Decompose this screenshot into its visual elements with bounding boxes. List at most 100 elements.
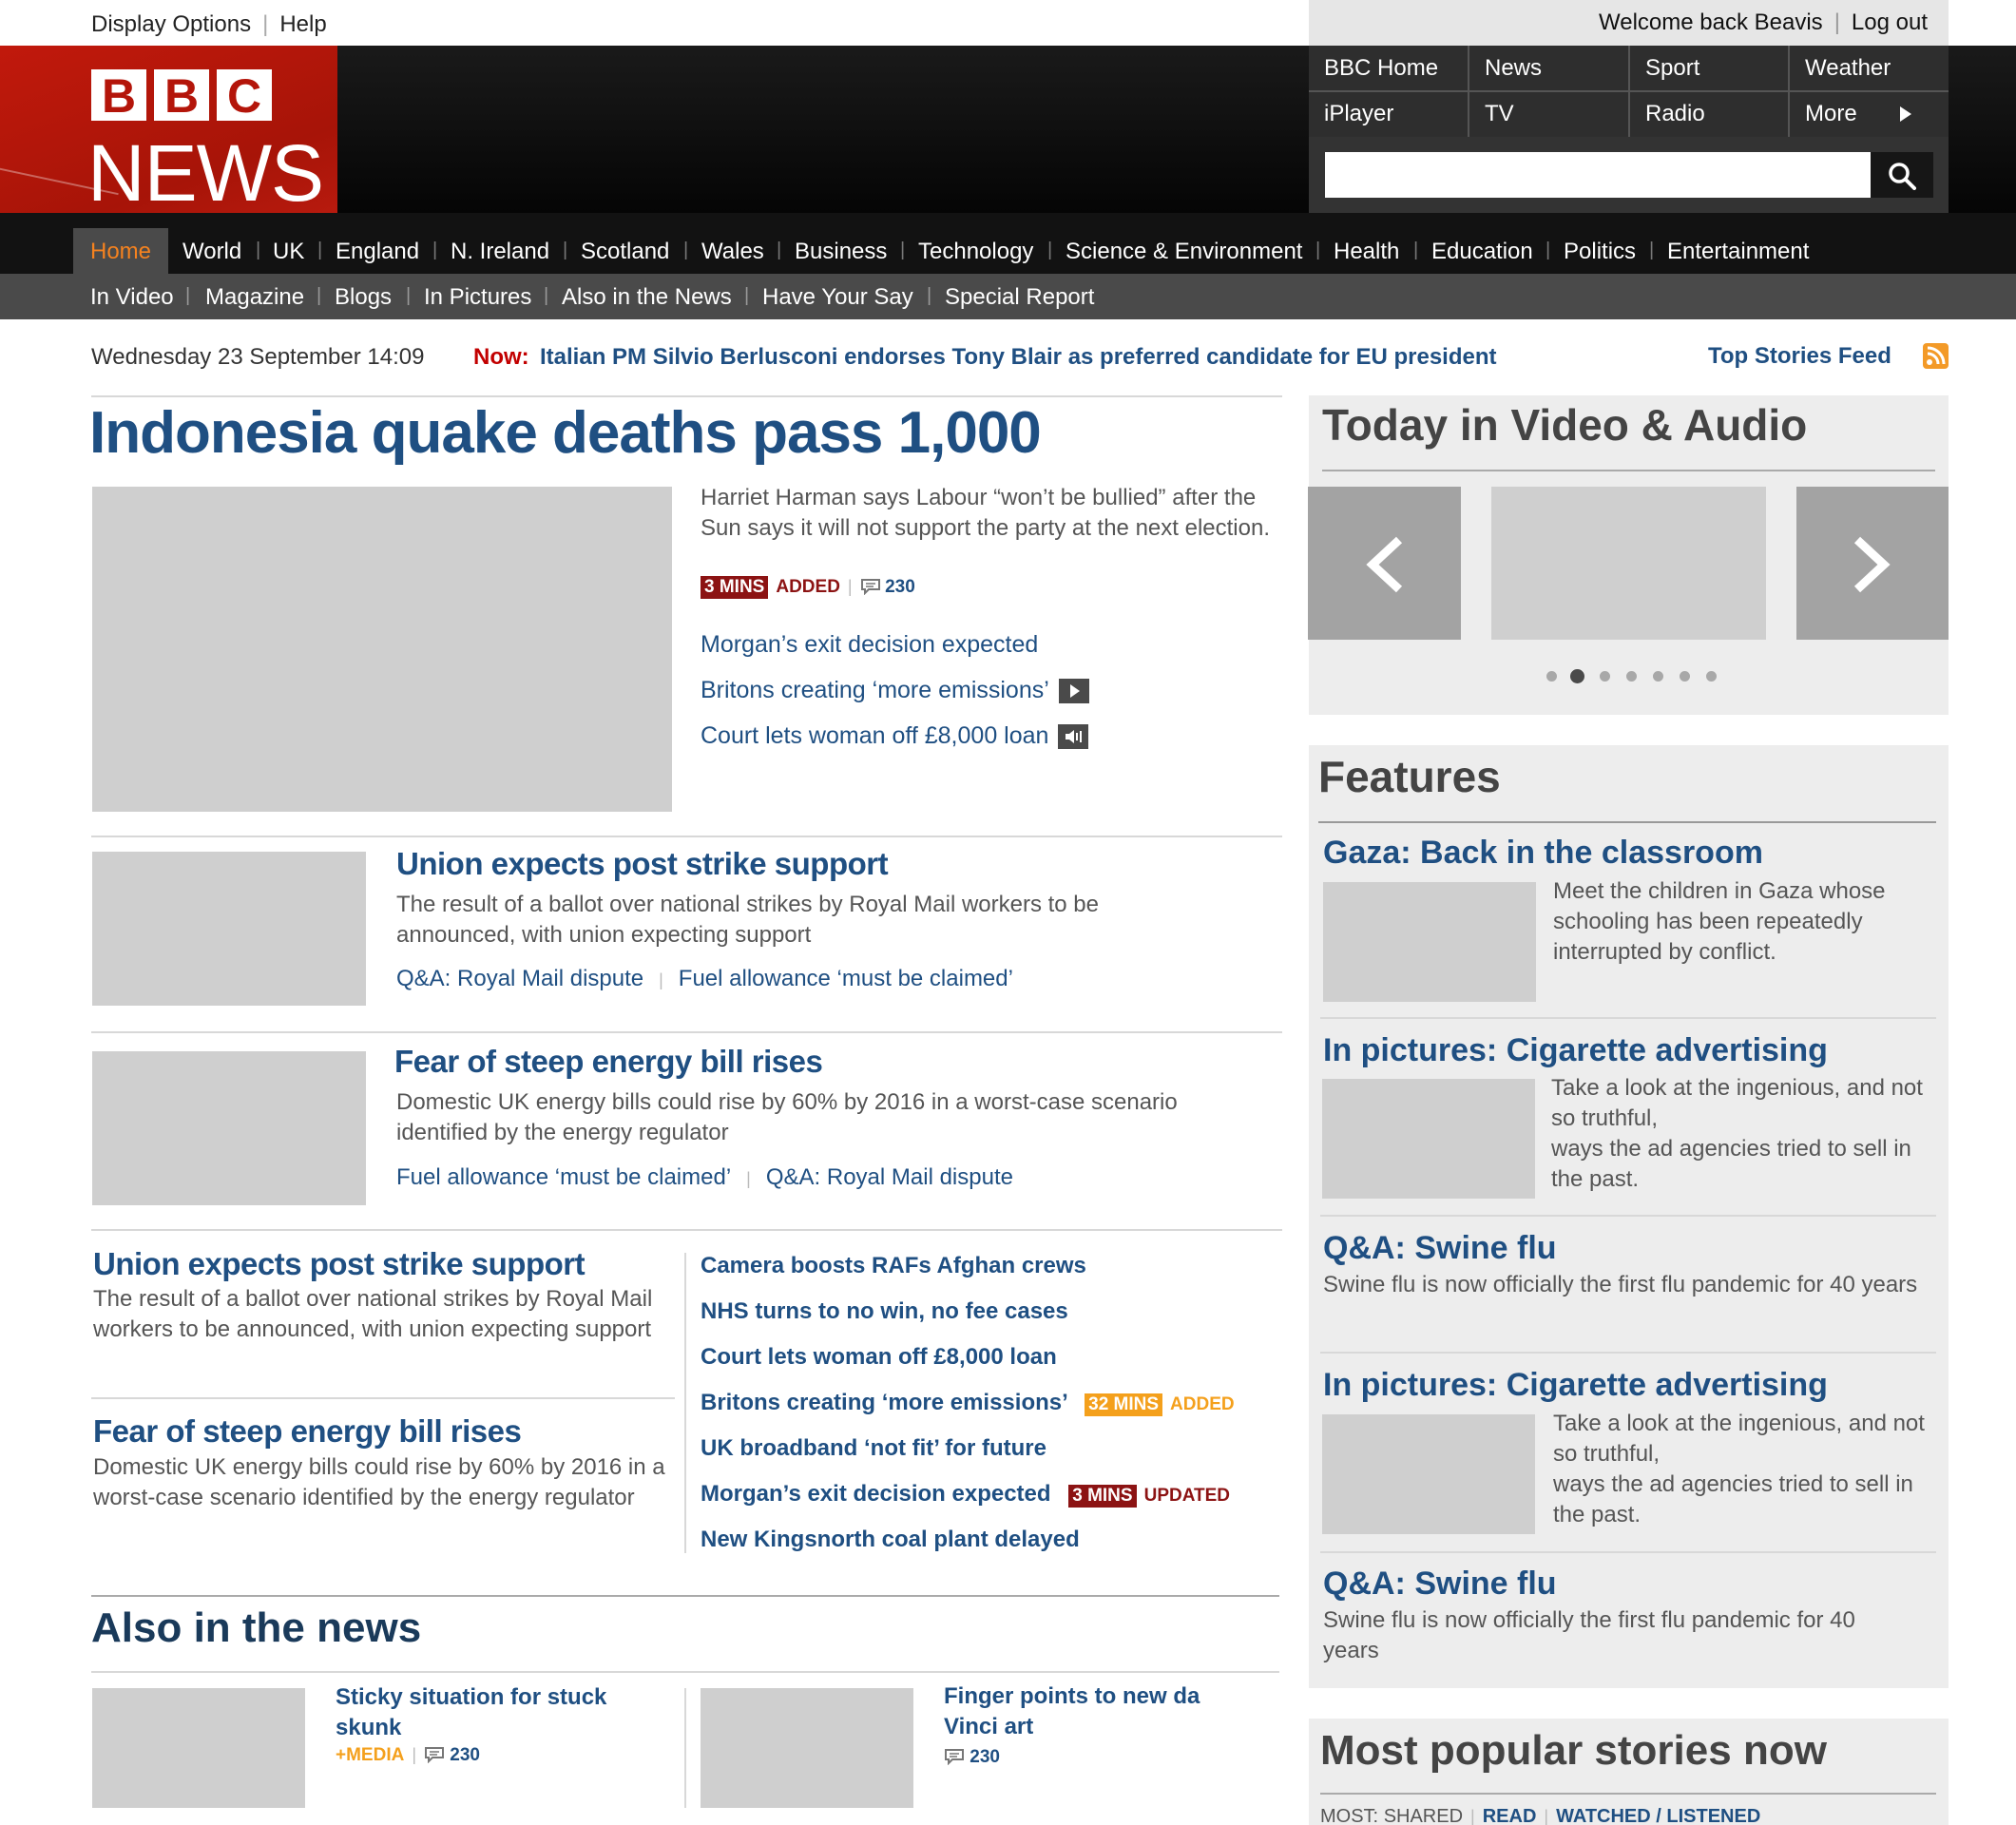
story-summary: Domestic UK energy bills could rise by 6…: [396, 1089, 1178, 1145]
headline-link[interactable]: NHS turns to no win, no fee cases: [701, 1298, 1068, 1325]
global-nav-iplayer[interactable]: iPlayer: [1309, 91, 1468, 137]
nav-magazine[interactable]: Magazine: [205, 284, 304, 311]
global-nav-more[interactable]: More: [1790, 91, 1949, 137]
feature-text-line: ways the ad agencies tried to sell in th…: [1553, 1471, 1913, 1527]
related-link[interactable]: Morgan’s exit decision expected: [701, 631, 1038, 659]
nav-uk[interactable]: UK: [273, 239, 304, 265]
nav-also-in-the-news[interactable]: Also in the News: [562, 284, 732, 311]
nav-home[interactable]: Home: [90, 239, 151, 265]
carousel-dot[interactable]: [1680, 671, 1690, 682]
also-news-image[interactable]: [701, 1688, 913, 1808]
carousel-dot-active[interactable]: [1570, 669, 1584, 683]
small-story-title[interactable]: Union expects post strike support: [93, 1246, 586, 1282]
related-link-audio[interactable]: Court lets woman off £8,000 loan: [701, 722, 1089, 750]
divider: [91, 1397, 675, 1399]
nav-technology[interactable]: Technology: [918, 239, 1033, 265]
story-link[interactable]: Q&A: Royal Mail dispute: [766, 1164, 1013, 1190]
carousel-next-button[interactable]: [1796, 487, 1949, 640]
lead-story-image[interactable]: [92, 487, 672, 812]
global-nav-weather[interactable]: Weather: [1790, 46, 1949, 91]
nav-entertainment[interactable]: Entertainment: [1667, 239, 1809, 265]
carousel-dot[interactable]: [1626, 671, 1637, 682]
nav-world[interactable]: World: [182, 239, 241, 265]
media-tag: +MEDIA: [336, 1745, 405, 1765]
also-news-image[interactable]: [92, 1688, 305, 1808]
carousel-thumbnail[interactable]: [1491, 487, 1766, 640]
nav-politics[interactable]: Politics: [1564, 239, 1636, 265]
nav-in-pictures[interactable]: In Pictures: [424, 284, 531, 311]
feature-image[interactable]: [1322, 1414, 1535, 1534]
also-news-title[interactable]: Finger points to new da Vinci art: [944, 1681, 1229, 1742]
carousel-dot[interactable]: [1653, 671, 1663, 682]
headline-link[interactable]: Court lets woman off £8,000 loan: [701, 1344, 1057, 1371]
display-options-link[interactable]: Display Options: [91, 11, 251, 37]
feature-title[interactable]: Q&A: Swine flu: [1323, 1230, 1557, 1267]
nav-health[interactable]: Health: [1334, 239, 1399, 265]
feature-title[interactable]: Gaza: Back in the classroom: [1323, 835, 1763, 872]
small-story-title[interactable]: Fear of steep energy bill rises: [93, 1413, 522, 1450]
headline-link[interactable]: New Kingsnorth coal plant delayed: [701, 1527, 1080, 1553]
story-image[interactable]: [92, 852, 366, 1006]
nav-blogs[interactable]: Blogs: [335, 284, 392, 311]
top-stories-feed-link[interactable]: Top Stories Feed: [1708, 343, 1891, 370]
headline-link[interactable]: UK broadband ‘not fit’ for future: [701, 1435, 1046, 1462]
nav-business[interactable]: Business: [795, 239, 887, 265]
story-link[interactable]: Fuel allowance ‘must be claimed’: [679, 966, 1013, 991]
logout-link[interactable]: Log out: [1852, 10, 1928, 35]
nav-scotland[interactable]: Scotland: [581, 239, 669, 265]
divider: [91, 1229, 1282, 1231]
nav-science-environment[interactable]: Science & Environment: [1066, 239, 1302, 265]
headline-link-with-badge[interactable]: Britons creating ‘more emissions’ 32 MIN…: [701, 1390, 1235, 1416]
rss-icon[interactable]: [1923, 343, 1949, 369]
nav-in-video[interactable]: In Video: [90, 284, 174, 311]
global-nav-radio[interactable]: Radio: [1630, 91, 1789, 137]
feature-text: Meet the children in Gaza whose schoolin…: [1553, 878, 1886, 965]
ticker-headline[interactable]: Italian PM Silvio Berlusconi endorses To…: [540, 344, 1497, 371]
comment-count[interactable]: 230: [970, 1747, 1000, 1767]
carousel-prev-button[interactable]: [1308, 487, 1461, 640]
lead-story-title[interactable]: Indonesia quake deaths pass 1,000: [89, 399, 1042, 467]
search-input[interactable]: [1325, 152, 1871, 198]
column-divider: [684, 1253, 686, 1553]
global-nav-tv[interactable]: TV: [1469, 91, 1628, 137]
carousel-dot[interactable]: [1706, 671, 1717, 682]
tab-separator: |: [1544, 1807, 1549, 1825]
story-link[interactable]: Fuel allowance ‘must be claimed’: [396, 1164, 731, 1190]
global-nav-bbc-home[interactable]: BBC Home: [1309, 46, 1468, 91]
related-link-video[interactable]: Britons creating ‘more emissions’: [701, 677, 1089, 704]
global-nav-news[interactable]: News: [1469, 46, 1628, 91]
global-nav-sport[interactable]: Sport: [1630, 46, 1789, 91]
tab-watched-listened[interactable]: WATCHED / LISTENED: [1556, 1806, 1760, 1825]
feature-text-line: Take a look at the ingenious, and not so…: [1553, 1411, 1925, 1467]
nav-special-report[interactable]: Special Report: [945, 284, 1094, 311]
nav-separator: |: [256, 240, 261, 260]
nav-wales[interactable]: Wales: [701, 239, 764, 265]
story-image[interactable]: [92, 1051, 366, 1205]
comment-count[interactable]: 230: [885, 577, 915, 597]
feature-image[interactable]: [1323, 882, 1536, 1002]
nav-separator: |: [744, 285, 750, 306]
story-title[interactable]: Union expects post strike support: [396, 846, 889, 882]
nav-education[interactable]: Education: [1431, 239, 1533, 265]
feature-title[interactable]: In pictures: Cigarette advertising: [1323, 1367, 1828, 1404]
headline-link-with-badge[interactable]: Morgan’s exit decision expected 3 MINS UP…: [701, 1481, 1230, 1508]
feature-image[interactable]: [1322, 1079, 1535, 1199]
nav-n-ireland[interactable]: N. Ireland: [451, 239, 549, 265]
carousel-dot[interactable]: [1600, 671, 1610, 682]
feature-title[interactable]: Q&A: Swine flu: [1323, 1566, 1557, 1603]
tab-shared[interactable]: SHARED: [1384, 1806, 1463, 1825]
carousel-dot[interactable]: [1546, 671, 1557, 682]
also-news-title[interactable]: Sticky situation for stuck skunk: [336, 1682, 621, 1743]
feature-title[interactable]: In pictures: Cigarette advertising: [1323, 1032, 1828, 1069]
bbc-news-logo[interactable]: B B C NEWS: [0, 46, 337, 213]
help-link[interactable]: Help: [279, 11, 326, 37]
story-title[interactable]: Fear of steep energy bill rises: [394, 1044, 823, 1080]
tab-read[interactable]: READ: [1483, 1806, 1537, 1825]
search-button[interactable]: [1871, 152, 1933, 198]
story-link[interactable]: Q&A: Royal Mail dispute: [396, 966, 643, 991]
headline-link[interactable]: Camera boosts RAFs Afghan crews: [701, 1253, 1086, 1279]
comment-count[interactable]: 230: [450, 1745, 480, 1765]
nav-england[interactable]: England: [336, 239, 419, 265]
nav-have-your-say[interactable]: Have Your Say: [762, 284, 913, 311]
story-related-links: Q&A: Royal Mail dispute | Fuel allowance ‘…: [396, 966, 1013, 992]
